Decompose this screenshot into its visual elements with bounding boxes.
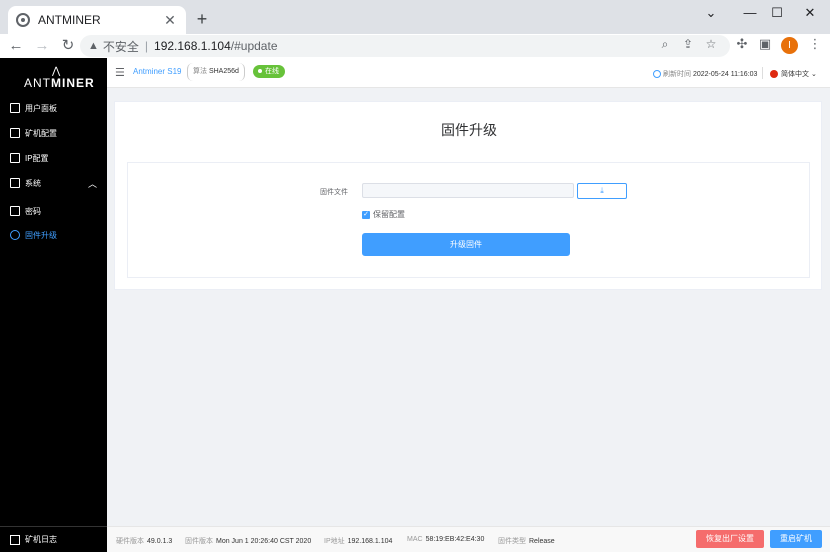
share-icon[interactable]: ⇪ <box>679 37 697 51</box>
sidebar-item-miner-config[interactable]: 矿机配置 <box>0 122 107 144</box>
address-bar[interactable]: ▲ 不安全 | 192.168.1.104 /#update ⌕ ⇪ ☆ <box>80 35 730 57</box>
sidebar-item-miner-log[interactable]: 矿机日志 <box>0 526 107 552</box>
reboot-button[interactable]: 重启矿机 <box>770 530 822 548</box>
upgrade-firmware-button[interactable]: 升级固件 <box>362 233 570 256</box>
warning-icon: ▲ <box>88 40 99 52</box>
status-footer: 硬件版本 49.0.1.3 固件版本 Mon Jun 1 20:26:40 CST … <box>107 526 830 552</box>
language-select[interactable]: 简体中文 ⌄ <box>770 69 817 79</box>
chevron-up-icon: ︿ <box>87 178 97 189</box>
checkbox-checked-icon: ✓ <box>362 210 370 219</box>
upgrade-form: 固件文件 ⤓ ✓ 保留配置 升级固件 <box>127 162 810 278</box>
sidebar-item-password[interactable]: 密码 <box>0 200 107 222</box>
browser-toolbar: ← → ↻ ▲ 不安全 | 192.168.1.104 /#update ⌕ ⇪… <box>0 34 830 58</box>
header-divider <box>762 67 763 79</box>
clock-icon <box>653 70 661 79</box>
tab-search-icon[interactable]: ⌄ <box>693 0 729 28</box>
status-badge: 在线 <box>253 65 285 78</box>
firmware-version: 固件版本 Mon Jun 1 20:26:40 CST 2020 <box>185 538 312 545</box>
zoom-icon[interactable]: ⌕ <box>656 37 674 52</box>
file-label: 固件文件 <box>320 189 348 196</box>
globe-icon <box>16 13 30 27</box>
dashboard-icon <box>10 103 20 113</box>
forward-icon[interactable]: → <box>32 36 52 56</box>
sliders-icon <box>10 153 20 163</box>
ip-address: IP地址 192.168.1.104 <box>324 538 393 545</box>
keep-config-checkbox[interactable]: ✓ 保留配置 <box>362 209 405 220</box>
upload-icon: ⤓ <box>600 186 604 195</box>
app: ⋀ ANTMINER 用户面板 矿机配置 IP配置 系统 ︿ 密码 固件升级 矿… <box>0 58 830 552</box>
maximize-button[interactable]: ☐ <box>759 0 795 28</box>
sidepanel-icon[interactable]: ▣ <box>755 36 775 52</box>
antminer-logo: ⋀ ANTMINER <box>24 66 95 90</box>
firmware-card: 固件升级 固件文件 ⤓ ✓ 保留配置 升级固件 <box>114 101 822 290</box>
factory-reset-button[interactable]: 恢复出厂设置 <box>696 530 764 548</box>
system-icon <box>10 178 20 188</box>
mac-address: MAC 58:19:EB:42:E4:30 <box>407 536 485 543</box>
url-separator: | <box>144 39 149 53</box>
extensions-icon[interactable]: ✣ <box>732 36 752 52</box>
top-header: ☰ Antminer S19 算法 SHA256d 在线 刷新时间 2022-0… <box>107 58 830 88</box>
tab-close-icon[interactable]: ✕ <box>162 12 178 29</box>
firmware-file-input[interactable] <box>362 183 574 198</box>
profile-avatar[interactable]: I <box>781 37 798 54</box>
insecure-label: 不安全 <box>102 39 139 54</box>
sidebar-item-system[interactable]: 系统 ︿ <box>0 172 107 194</box>
sidebar-item-dashboard[interactable]: 用户面板 <box>0 97 107 119</box>
lock-icon <box>10 206 20 216</box>
upload-button[interactable]: ⤓ <box>577 183 627 199</box>
sidebar: ⋀ ANTMINER 用户面板 矿机配置 IP配置 系统 ︿ 密码 固件升级 矿… <box>0 58 107 552</box>
sidebar-item-ip-config[interactable]: IP配置 <box>0 147 107 169</box>
hamburger-icon[interactable]: ☰ <box>115 66 125 79</box>
sidebar-item-firmware[interactable]: 固件升级 <box>0 224 107 246</box>
back-icon[interactable]: ← <box>6 36 26 56</box>
firmware-type: 固件类型 Release <box>498 538 555 545</box>
log-icon <box>10 534 20 545</box>
new-tab-button[interactable]: + <box>192 9 212 29</box>
bookmark-star-icon[interactable]: ☆ <box>702 37 720 51</box>
tab-title: ANTMINER <box>38 13 101 27</box>
more-menu-icon[interactable]: ⋮ <box>805 36 825 52</box>
browser-tab[interactable]: ANTMINER ✕ <box>8 6 186 34</box>
algorithm-tag: 算法 SHA256d <box>187 63 245 81</box>
china-flag-icon <box>770 70 778 79</box>
url-host: 192.168.1.104 <box>154 39 231 53</box>
page-title: 固件升级 <box>441 122 497 138</box>
firmware-icon <box>10 230 20 240</box>
reload-icon[interactable]: ↻ <box>58 36 78 56</box>
browser-tabbar: ANTMINER ✕ + ⌄ — ☐ ✕ <box>0 0 830 34</box>
config-icon <box>10 128 20 138</box>
refresh-time[interactable]: 刷新时间 2022-05-24 11:16:03 <box>653 69 757 79</box>
url-path: /#update <box>230 39 278 53</box>
hardware-version: 硬件版本 49.0.1.3 <box>116 538 173 545</box>
close-window-button[interactable]: ✕ <box>792 0 828 28</box>
logo-mark-icon: ⋀ <box>52 66 62 77</box>
miner-model: Antminer S19 <box>133 67 182 76</box>
